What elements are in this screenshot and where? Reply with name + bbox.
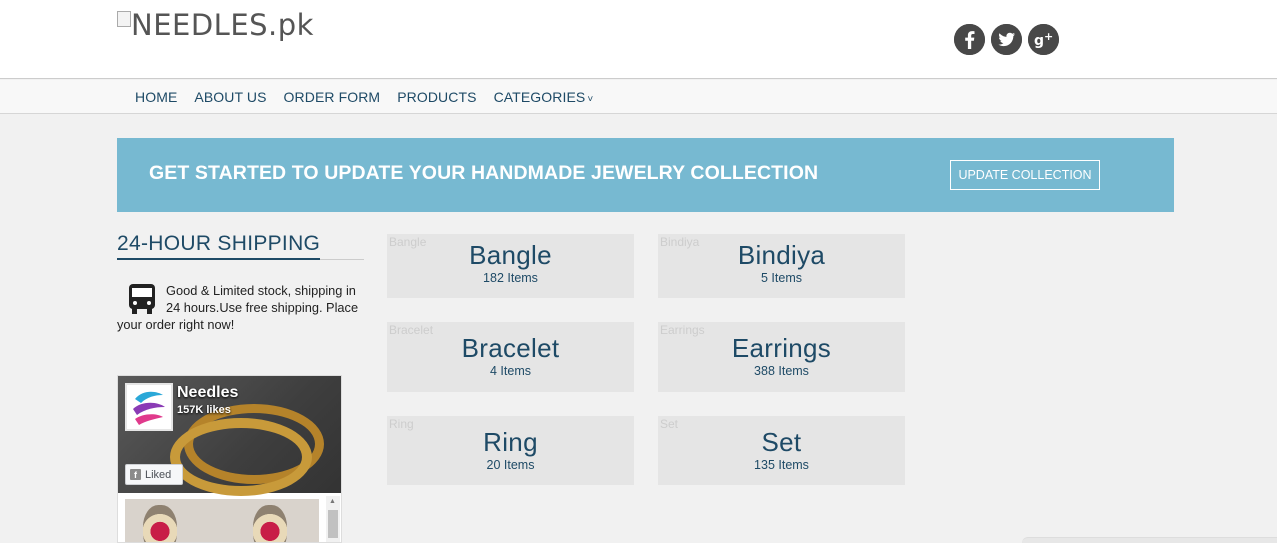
facebook-page-widget[interactable]: Needles 157K likes f Liked ▲ bbox=[117, 375, 342, 543]
category-tile-bracelet[interactable]: Bracelet Bracelet 4 Items bbox=[387, 322, 634, 392]
category-name: Set bbox=[761, 427, 802, 457]
category-count: 135 Items bbox=[754, 458, 809, 472]
chat-widget-edge[interactable] bbox=[1022, 537, 1277, 543]
twitter-icon[interactable] bbox=[991, 24, 1022, 55]
site-header: NEEDLES.pk g + bbox=[0, 0, 1277, 79]
category-image-alt: Bindiya bbox=[660, 235, 700, 249]
category-image-alt: Set bbox=[660, 417, 679, 431]
bus-icon bbox=[129, 284, 155, 314]
nav-products[interactable]: PRODUCTS bbox=[397, 89, 476, 105]
sidebar: 24-HOUR SHIPPING Good & Limited stock, s… bbox=[117, 232, 364, 333]
facebook-likes-count: 157K likes bbox=[177, 404, 231, 416]
category-name: Ring bbox=[483, 427, 538, 457]
update-collection-button[interactable]: UPDATE COLLECTION bbox=[950, 160, 1100, 190]
nav-order-form[interactable]: ORDER FORM bbox=[284, 89, 381, 105]
facebook-icon[interactable] bbox=[954, 24, 985, 55]
category-tile-earrings[interactable]: Earrings Earrings 388 Items bbox=[658, 322, 905, 392]
scroll-up-arrow-icon[interactable]: ▲ bbox=[329, 498, 336, 505]
needles-logo[interactable] bbox=[125, 383, 173, 431]
google-plus-icon[interactable]: g + bbox=[1028, 24, 1059, 55]
category-image-alt: Bangle bbox=[389, 235, 427, 249]
nav-categories-label: CATEGORIES bbox=[493, 89, 586, 105]
category-count: 182 Items bbox=[483, 271, 538, 285]
category-count: 5 Items bbox=[761, 271, 802, 285]
category-tile-bindiya[interactable]: Bindiya Bindiya 5 Items bbox=[658, 234, 905, 298]
category-image-alt: Ring bbox=[389, 417, 414, 431]
shipping-title: 24-HOUR SHIPPING bbox=[117, 232, 321, 260]
nav-categories[interactable]: CATEGORIES ˅ bbox=[494, 89, 594, 105]
main-nav: HOME ABOUT US ORDER FORM PRODUCTS CATEGO… bbox=[0, 80, 1277, 114]
promo-banner: GET STARTED TO UPDATE YOUR HANDMADE JEWE… bbox=[117, 138, 1174, 212]
facebook-post-image[interactable] bbox=[125, 499, 319, 542]
category-tile-set[interactable]: Set Set 135 Items bbox=[658, 416, 905, 485]
chevron-down-icon: ˅ bbox=[587, 94, 594, 105]
bangle-image bbox=[170, 418, 312, 496]
facebook-liked-button[interactable]: f Liked bbox=[125, 464, 183, 485]
nav-home[interactable]: HOME bbox=[135, 89, 177, 105]
earring-image bbox=[253, 505, 287, 542]
scrollbar-thumb[interactable] bbox=[328, 510, 338, 538]
liked-label: Liked bbox=[145, 468, 172, 481]
facebook-cover-image: Needles 157K likes f Liked bbox=[118, 376, 341, 496]
earring-image bbox=[143, 505, 177, 542]
social-links: g + bbox=[954, 24, 1059, 55]
category-count: 4 Items bbox=[490, 364, 531, 378]
shipping-info: Good & Limited stock, shipping in 24 hou… bbox=[117, 282, 364, 333]
category-image-alt: Earrings bbox=[660, 323, 705, 337]
category-count: 20 Items bbox=[486, 458, 535, 472]
broken-image-icon bbox=[117, 11, 131, 27]
site-logo[interactable]: NEEDLES.pk bbox=[117, 8, 314, 42]
facebook-icon: f bbox=[130, 469, 141, 480]
banner-text: GET STARTED TO UPDATE YOUR HANDMADE JEWE… bbox=[149, 162, 819, 184]
scrollbar[interactable]: ▲ bbox=[326, 496, 340, 542]
category-tile-bangle[interactable]: Bangle Bangle 182 Items bbox=[387, 234, 634, 298]
category-tile-ring[interactable]: Ring Ring 20 Items bbox=[387, 416, 634, 485]
category-image-alt: Bracelet bbox=[389, 323, 434, 337]
svg-text:+: + bbox=[1044, 30, 1053, 43]
nav-about-us[interactable]: ABOUT US bbox=[194, 89, 266, 105]
facebook-page-name[interactable]: Needles bbox=[177, 384, 238, 402]
category-count: 388 Items bbox=[754, 364, 809, 378]
svg-text:g: g bbox=[1034, 33, 1044, 49]
logo-alt-text: NEEDLES.pk bbox=[131, 8, 314, 42]
